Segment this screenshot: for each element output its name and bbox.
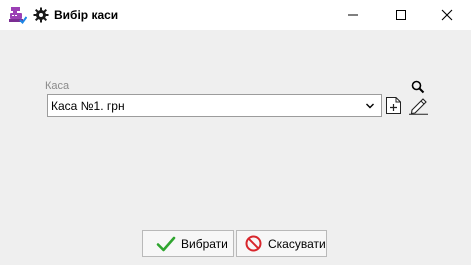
edit-cash-button[interactable] (408, 96, 429, 115)
chevron-down-icon (366, 103, 374, 109)
maximize-button[interactable] (378, 0, 424, 30)
cancel-button-label: Скасувати (268, 236, 326, 251)
add-cash-button[interactable] (385, 96, 402, 115)
search-button[interactable] (411, 80, 425, 94)
dialog-window: Вибір каси Каса Каса №1. грн Вибрати Ска… (0, 0, 471, 265)
checkmark-icon (156, 236, 176, 251)
cancel-icon (245, 235, 262, 252)
minimize-button[interactable] (330, 0, 376, 30)
cash-select-value: Каса №1. грн (51, 99, 125, 113)
cash-select[interactable]: Каса №1. грн (47, 94, 382, 117)
close-button[interactable] (424, 0, 470, 30)
maximize-icon (396, 10, 406, 20)
minimize-icon (348, 14, 358, 16)
search-icon (411, 80, 425, 94)
cancel-button[interactable]: Скасувати (236, 230, 327, 257)
select-button-label: Вибрати (181, 236, 228, 251)
pencil-icon (409, 98, 428, 115)
close-icon (441, 9, 453, 21)
gear-icon (33, 7, 49, 23)
add-document-icon (386, 97, 401, 114)
select-button[interactable]: Вибрати (142, 230, 234, 257)
title-bar: Вибір каси (0, 0, 471, 30)
cash-field-label: Каса (45, 80, 70, 92)
window-title: Вибір каси (54, 8, 119, 22)
cash-register-icon (9, 6, 28, 25)
